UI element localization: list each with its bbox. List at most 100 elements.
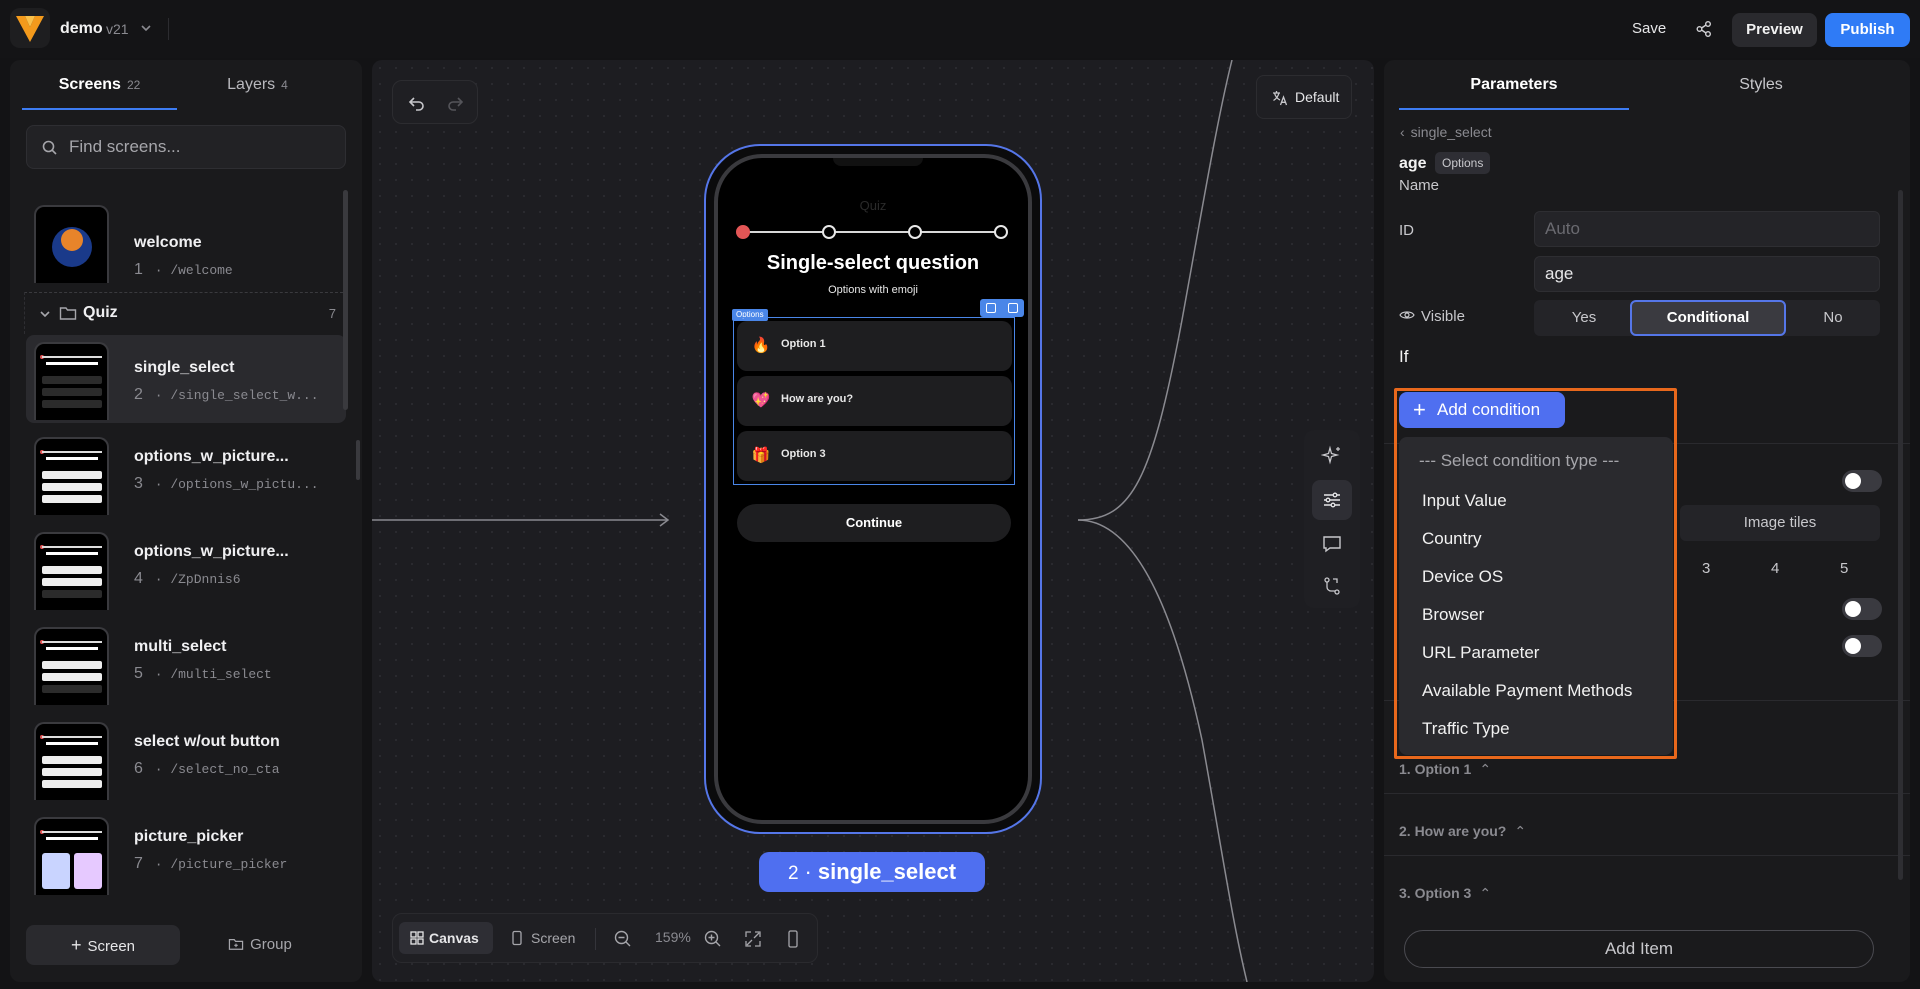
item-row[interactable]: 1. Option 1 ⌃ — [1399, 761, 1491, 778]
project-name[interactable]: demo — [60, 20, 103, 38]
chevron-up-icon[interactable]: ⌃ — [1514, 823, 1526, 840]
screen-item[interactable]: multi_select 5 · /multi_select — [26, 620, 346, 708]
zoom-in-icon[interactable] — [703, 929, 723, 949]
chevron-up-icon[interactable]: ⌃ — [1479, 885, 1491, 902]
tab-styles[interactable]: Styles — [1646, 60, 1876, 110]
parameters-tool-button[interactable] — [1312, 480, 1352, 520]
visible-no-option[interactable]: No — [1786, 300, 1880, 336]
screen-item[interactable]: options_w_picture... 3 · /options_w_pict… — [26, 430, 346, 518]
trash-icon[interactable] — [1008, 303, 1018, 313]
duplicate-icon[interactable] — [986, 303, 996, 313]
tab-count: 22 — [126, 78, 141, 92]
option-item[interactable]: 🎁 Option 3 — [737, 431, 1012, 481]
screen-path: /welcome — [170, 263, 233, 278]
item-row[interactable]: 2. How are you? ⌃ — [1399, 823, 1526, 840]
chevron-up-icon[interactable]: ⌃ — [1479, 761, 1491, 778]
column-option[interactable]: 3 — [1702, 560, 1710, 577]
screen-item[interactable]: single_select 2 · /single_select_w... — [26, 335, 346, 423]
add-screen-button[interactable]: + Screen — [26, 925, 180, 965]
toggle-switch[interactable] — [1842, 598, 1882, 620]
condition-option[interactable]: Country — [1422, 529, 1482, 549]
add-item-button[interactable]: Add Item — [1404, 930, 1874, 968]
tab-screens[interactable]: Screens 22 — [22, 60, 177, 110]
app-logo[interactable] — [10, 8, 50, 48]
canvas[interactable]: Default Quiz Single-select question Opti… — [372, 60, 1374, 982]
condition-option[interactable]: Available Payment Methods — [1422, 681, 1632, 701]
toggle-switch[interactable] — [1842, 635, 1882, 657]
condition-option[interactable]: Input Value — [1422, 491, 1507, 511]
column-option[interactable]: 4 — [1771, 560, 1779, 577]
chevron-down-icon[interactable] — [138, 20, 154, 36]
condition-option[interactable]: Traffic Type — [1422, 719, 1510, 739]
fit-screen-icon[interactable] — [743, 929, 763, 949]
share-button[interactable] — [1692, 17, 1716, 41]
screen-number: 7 — [134, 855, 143, 872]
continue-button[interactable]: Continue — [737, 504, 1011, 542]
phone-notch — [833, 158, 923, 166]
scrollbar[interactable] — [343, 190, 348, 410]
phone-preview[interactable]: Quiz Single-select question Options with… — [704, 144, 1042, 834]
element-toolbar — [980, 299, 1024, 317]
logic-button[interactable] — [1312, 566, 1352, 606]
add-condition-button[interactable]: + Add condition — [1399, 392, 1565, 428]
column-option[interactable]: 5 — [1840, 560, 1848, 577]
device-icon[interactable] — [783, 929, 803, 949]
publish-button[interactable]: Publish — [1825, 13, 1910, 47]
condition-option[interactable]: URL Parameter — [1422, 643, 1539, 663]
ai-sparkle-button[interactable] — [1312, 436, 1352, 476]
add-group-button[interactable]: Group — [200, 925, 320, 965]
question-title[interactable]: Single-select question — [718, 252, 1028, 275]
plus-icon: + — [1413, 397, 1426, 422]
thumb-mark — [42, 483, 102, 491]
language-button[interactable]: Default — [1256, 75, 1352, 119]
item-label: 1. Option 1 — [1399, 761, 1472, 777]
id-input[interactable] — [1534, 256, 1880, 292]
screen-mode-button[interactable]: Screen — [499, 922, 589, 954]
options-block[interactable]: 🔥 Option 1 💖 How are you? 🎁 Option 3 — [733, 317, 1015, 485]
condition-option[interactable]: Browser — [1422, 605, 1484, 625]
screen-thumbnail — [34, 817, 109, 895]
screen-path: /multi_select — [170, 667, 272, 682]
thumb-mark — [42, 495, 102, 503]
thumb-mark — [42, 673, 102, 681]
image-tiles-option[interactable]: Image tiles — [1680, 505, 1880, 541]
undo-icon[interactable] — [407, 93, 427, 113]
screen-meta: 6 · /select_no_cta — [134, 760, 280, 777]
panel-resize-handle[interactable] — [356, 440, 360, 480]
folder-icon — [59, 307, 77, 320]
screen-item[interactable]: welcome 1 · /welcome — [26, 198, 346, 286]
question-subtitle[interactable]: Options with emoji — [718, 284, 1028, 296]
option-item[interactable]: 💖 How are you? — [737, 376, 1012, 426]
visibility-segmented-control: Yes Conditional No — [1534, 300, 1880, 336]
breadcrumb[interactable]: ‹ single_select — [1400, 124, 1492, 140]
canvas-mode-button[interactable]: Canvas — [399, 922, 493, 954]
screen-item[interactable]: picture_picker 7 · /picture_picker — [26, 810, 346, 898]
option-label: Option 3 — [781, 448, 826, 460]
zoom-out-icon[interactable] — [613, 929, 633, 949]
name-input[interactable] — [1534, 211, 1880, 247]
project-version[interactable]: v21 — [106, 21, 129, 37]
screen-thumbnail — [34, 342, 109, 420]
female-symbol-tile — [74, 853, 102, 889]
screen-item[interactable]: select w/out button 6 · /select_no_cta — [26, 715, 346, 803]
chevron-down-icon[interactable] — [37, 306, 53, 322]
condition-option[interactable]: Device OS — [1422, 567, 1503, 587]
comments-button[interactable] — [1312, 524, 1352, 564]
preview-button[interactable]: Preview — [1732, 13, 1817, 47]
search-input[interactable] — [69, 126, 329, 168]
save-button[interactable]: Save — [1620, 14, 1678, 44]
tab-parameters[interactable]: Parameters — [1399, 60, 1629, 110]
toggle-switch[interactable] — [1842, 470, 1882, 492]
scrollbar[interactable] — [1898, 190, 1903, 880]
group-quiz[interactable]: Quiz 7 — [24, 292, 348, 334]
redo-icon[interactable] — [445, 93, 465, 113]
item-row[interactable]: 3. Option 3 ⌃ — [1399, 885, 1491, 902]
tab-layers[interactable]: Layers 4 — [180, 60, 335, 110]
screen-item[interactable]: options_w_picture... 4 · /ZpDnnis6 — [26, 525, 346, 613]
add-group-label: Group — [250, 936, 292, 953]
tab-label: Screens — [58, 76, 121, 93]
screen-chip[interactable]: 2 · single_select — [759, 852, 985, 892]
visible-conditional-option[interactable]: Conditional — [1630, 300, 1786, 336]
option-item[interactable]: 🔥 Option 1 — [737, 321, 1012, 371]
visible-yes-option[interactable]: Yes — [1534, 300, 1634, 336]
